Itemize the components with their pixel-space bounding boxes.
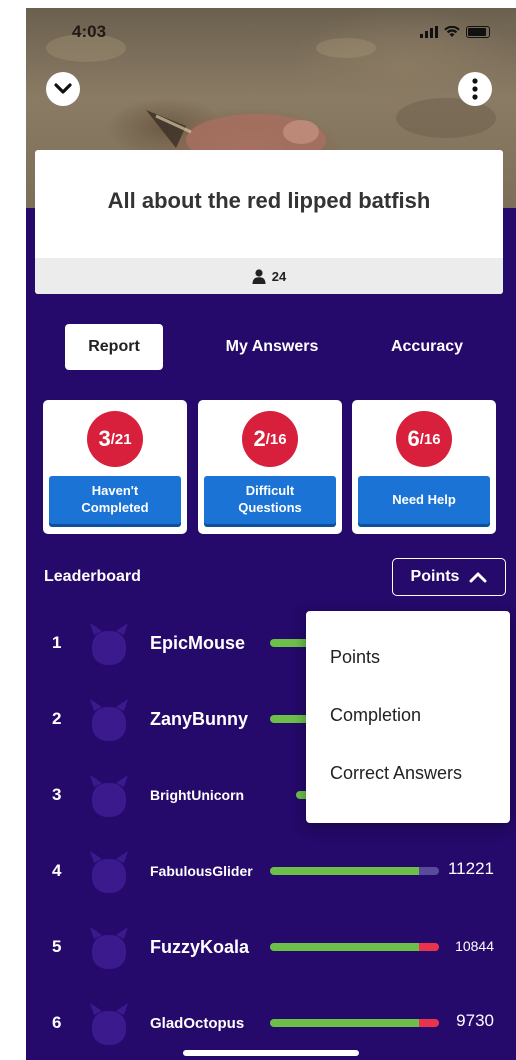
progress-bar-correct — [270, 943, 419, 951]
signal-icon — [420, 26, 438, 38]
progress-bar-incorrect — [418, 943, 439, 951]
progress-bar — [270, 867, 439, 875]
status-icons — [420, 26, 490, 38]
chevron-up-icon — [469, 572, 487, 583]
player-name: FabulousGlider — [150, 863, 253, 879]
quiz-title: All about the red lipped batfish — [107, 188, 431, 213]
sort-label: Points — [410, 568, 460, 585]
difficult-questions-button[interactable]: Difficult Questions — [204, 476, 336, 524]
stat-count: 3 — [98, 426, 111, 451]
stat-count-badge: 6/16 — [396, 411, 452, 467]
player-name: EpicMouse — [150, 632, 246, 653]
stat-count: 2 — [253, 426, 266, 451]
player-name: BrightUnicorn — [150, 787, 245, 803]
monster-avatar-icon — [90, 851, 128, 893]
app-screen: 4:03 All about the red lipped batfish 24… — [26, 8, 516, 1060]
leaderboard-label: Leaderboard — [44, 568, 141, 585]
monster-avatar-icon — [90, 927, 128, 969]
home-indicator[interactable] — [183, 1050, 359, 1056]
sort-dropdown-menu: Points Completion Correct Answers — [306, 611, 510, 823]
stat-label-line1: Difficult — [245, 483, 295, 499]
stat-count-badge: 3/21 — [87, 411, 143, 467]
chevron-down-icon — [54, 83, 72, 94]
leaderboard-rank: 4 — [52, 861, 62, 880]
stat-label-line1: Haven't — [91, 483, 139, 499]
progress-bar-correct — [270, 1019, 419, 1027]
progress-bar — [270, 943, 439, 951]
stat-total: /16 — [419, 430, 441, 448]
tab-accuracy[interactable]: Accuracy — [371, 324, 483, 370]
sort-option-correct-answers[interactable]: Correct Answers — [330, 763, 462, 784]
stat-total: /16 — [265, 430, 287, 448]
stat-label-line2: Completed — [81, 500, 149, 515]
player-name: GladOctopus — [150, 1014, 245, 1032]
sort-dropdown-button[interactable]: Points — [392, 558, 506, 596]
monster-avatar-icon — [90, 699, 128, 741]
collapse-button[interactable] — [46, 72, 80, 106]
stat-count: 6 — [407, 426, 420, 451]
more-vertical-icon — [472, 78, 478, 100]
leaderboard-rank: 3 — [52, 785, 62, 804]
sort-option-points[interactable]: Points — [330, 647, 380, 668]
leaderboard-row[interactable]: 4 FabulousGlider 11221 — [26, 841, 516, 901]
wifi-icon — [444, 26, 460, 37]
player-count-bar: 24 — [35, 258, 503, 294]
progress-bar — [270, 1019, 439, 1027]
player-score: 9730 — [456, 1011, 494, 1030]
leaderboard-rank: 5 — [52, 937, 62, 956]
quiz-title-card: All about the red lipped batfish 24 — [35, 150, 503, 294]
havent-completed-button[interactable]: Haven't Completed — [49, 476, 181, 524]
player-name: FuzzyKoala — [150, 936, 250, 957]
leaderboard-row[interactable]: 5 FuzzyKoala 10844 — [26, 917, 516, 977]
player-name: ZanyBunny — [150, 708, 249, 729]
tab-report[interactable]: Report — [65, 324, 163, 370]
progress-bar-incorrect — [418, 1019, 439, 1027]
leaderboard-rank: 2 — [52, 709, 62, 728]
leaderboard-rank: 6 — [52, 1013, 62, 1032]
leaderboard-rank: 1 — [52, 633, 62, 652]
battery-icon — [466, 26, 490, 38]
person-icon — [252, 268, 266, 284]
player-count: 24 — [271, 268, 287, 284]
stat-card-difficult-questions[interactable]: 2/16 Difficult Questions — [198, 400, 342, 534]
stat-card-havent-completed[interactable]: 3/21 Haven't Completed — [43, 400, 187, 534]
stat-label-line1: Need Help — [392, 491, 456, 507]
tab-my-answers[interactable]: My Answers — [202, 324, 342, 370]
stat-card-need-help[interactable]: 6/16 Need Help — [352, 400, 496, 534]
sort-option-completion[interactable]: Completion — [330, 705, 421, 726]
monster-avatar-icon — [90, 1003, 128, 1045]
more-options-button[interactable] — [458, 72, 492, 106]
stat-total: /21 — [110, 430, 132, 448]
player-score: 11221 — [447, 859, 494, 878]
monster-avatar-icon — [90, 775, 128, 817]
status-time: 4:03 — [72, 22, 107, 41]
stat-count-badge: 2/16 — [242, 411, 298, 467]
progress-bar-correct — [270, 867, 419, 875]
need-help-button[interactable]: Need Help — [358, 476, 490, 524]
leaderboard-row[interactable]: 6 GladOctopus 9730 — [26, 993, 516, 1053]
player-score: 10844 — [455, 938, 494, 954]
stat-label-line2: Questions — [238, 500, 302, 515]
monster-avatar-icon — [90, 623, 128, 665]
report-tabs: Report My Answers Accuracy — [26, 324, 516, 372]
